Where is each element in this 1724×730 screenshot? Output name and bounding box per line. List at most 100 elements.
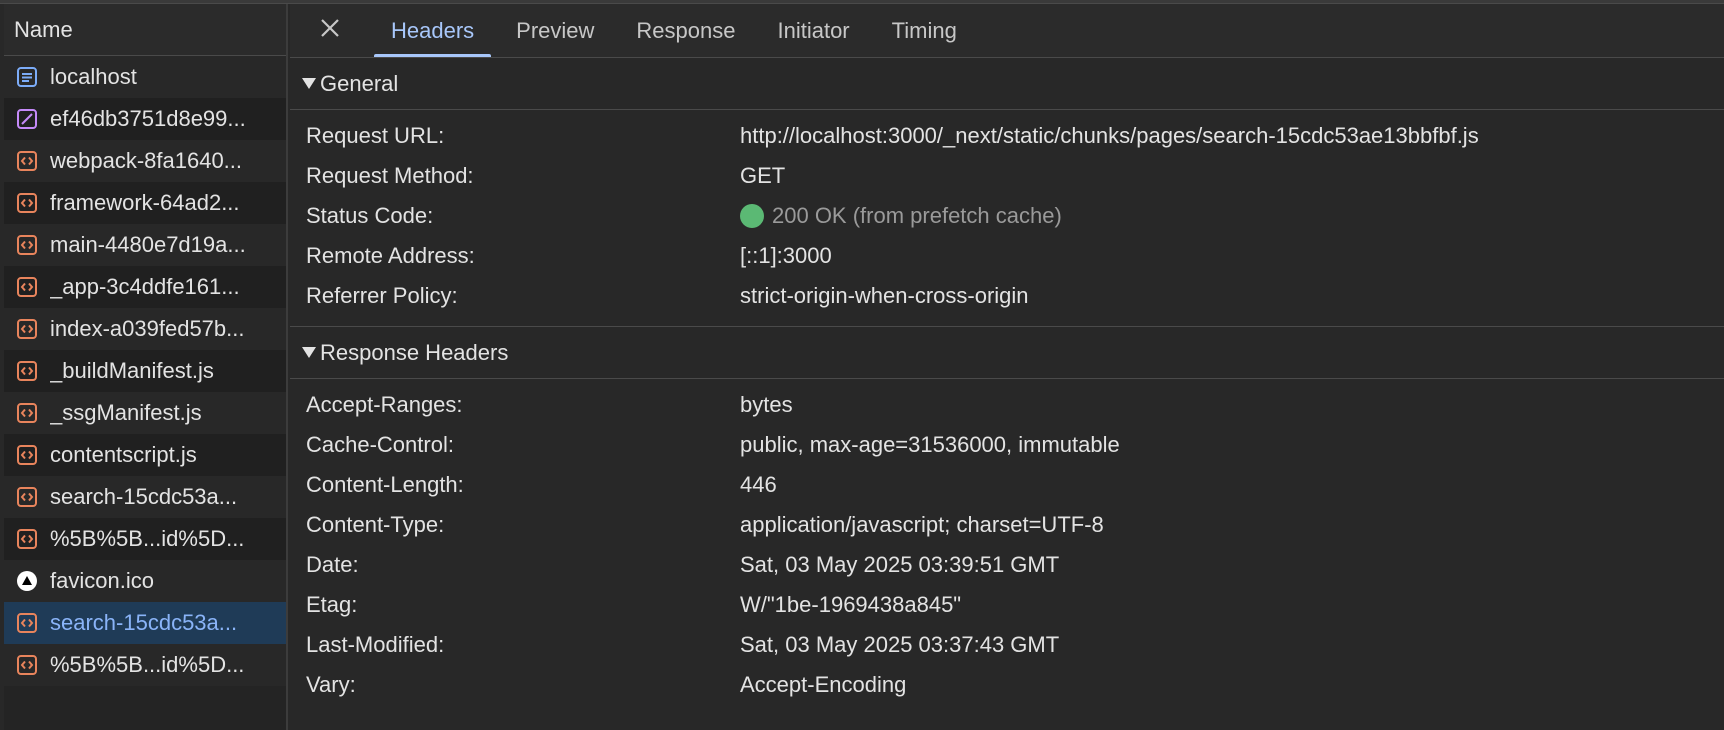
header-key: Content-Type:	[306, 512, 445, 537]
request-row[interactable]: main-4480e7d19a...	[4, 224, 286, 266]
script-icon	[16, 444, 38, 466]
request-method-row: Request Method: GET	[290, 156, 1724, 196]
request-row[interactable]: ef46db3751d8e99...	[4, 98, 286, 140]
header-value: 446	[740, 472, 777, 497]
header-value: application/javascript; charset=UTF-8	[740, 512, 1104, 537]
header-key: Vary:	[306, 672, 356, 697]
response-header-row: Last-Modified: Sat, 03 May 2025 03:37:43…	[290, 625, 1724, 665]
request-row[interactable]: search-15cdc53a...	[4, 476, 286, 518]
request-row[interactable]: _ssgManifest.js	[4, 392, 286, 434]
script-icon	[16, 276, 38, 298]
response-headers-section-title: Response Headers	[320, 339, 509, 365]
request-list: localhost ef46db3751d8e99... webpack-8fa…	[4, 56, 286, 686]
devtools-network-panel: Name localhost ef46db3751d8e99... webpac…	[0, 0, 1724, 730]
header-key: Accept-Ranges:	[306, 392, 463, 417]
header-key: Etag:	[306, 592, 358, 617]
header-value: public, max-age=31536000, immutable	[740, 432, 1120, 457]
request-url-label: Request URL:	[306, 123, 445, 148]
request-list-sidebar: Name localhost ef46db3751d8e99... webpac…	[4, 4, 288, 730]
tab-headers[interactable]: Headers	[370, 4, 495, 57]
request-row[interactable]: framework-64ad2...	[4, 182, 286, 224]
request-name: favicon.ico	[50, 568, 154, 593]
header-value: bytes	[740, 392, 793, 417]
request-url-value: http://localhost:3000/_next/static/chunk…	[740, 123, 1479, 148]
script-icon	[16, 234, 38, 256]
request-name: framework-64ad2...	[50, 190, 240, 215]
request-method-label: Request Method:	[306, 163, 474, 188]
request-name: %5B%5B...id%5D...	[50, 652, 245, 677]
general-section-body: Request URL: http://localhost:3000/_next…	[290, 110, 1724, 327]
response-headers-section-body: Accept-Ranges: bytes Cache-Control: publ…	[290, 379, 1724, 715]
request-row[interactable]: contentscript.js	[4, 434, 286, 476]
status-code-row: Status Code: 200 OK (from prefetch cache…	[290, 196, 1724, 236]
referrer-policy-row: Referrer Policy: strict-origin-when-cros…	[290, 276, 1724, 316]
script-icon	[16, 402, 38, 424]
request-row[interactable]: webpack-8fa1640...	[4, 140, 286, 182]
referrer-policy-label: Referrer Policy:	[306, 283, 458, 308]
request-name: _buildManifest.js	[50, 358, 214, 383]
response-header-row: Etag: W/"1be-1969438a845"	[290, 585, 1724, 625]
request-row[interactable]: _app-3c4ddfe161...	[4, 266, 286, 308]
header-key: Content-Length:	[306, 472, 464, 497]
tab-preview[interactable]: Preview	[495, 4, 615, 57]
status-ok-dot-icon	[740, 204, 764, 228]
remote-address-value: [::1]:3000	[740, 243, 832, 268]
script-icon	[16, 654, 38, 676]
header-key: Date:	[306, 552, 359, 577]
request-row[interactable]: _buildManifest.js	[4, 350, 286, 392]
header-value: W/"1be-1969438a845"	[740, 592, 962, 617]
tab-response[interactable]: Response	[615, 4, 756, 57]
tab-initiator[interactable]: Initiator	[756, 4, 870, 57]
general-section-toggle[interactable]: General	[290, 58, 1724, 110]
request-row[interactable]: %5B%5B...id%5D...	[4, 518, 286, 560]
script-icon	[16, 486, 38, 508]
status-code-value: 200 OK (from prefetch cache)	[740, 203, 1062, 229]
request-method-value: GET	[740, 163, 786, 188]
response-header-row: Content-Length: 446	[290, 465, 1724, 505]
request-name: _app-3c4ddfe161...	[50, 274, 240, 299]
request-row[interactable]: localhost	[4, 56, 286, 98]
response-header-row: Vary: Accept-Encoding	[290, 665, 1724, 705]
response-header-row: Cache-Control: public, max-age=31536000,…	[290, 425, 1724, 465]
header-value: Accept-Encoding	[740, 672, 907, 697]
request-name: ef46db3751d8e99...	[50, 106, 246, 131]
request-name: _ssgManifest.js	[50, 400, 202, 425]
status-code-label: Status Code:	[306, 203, 434, 228]
request-name: index-a039fed57b...	[50, 316, 245, 341]
response-header-row: Date: Sat, 03 May 2025 03:39:51 GMT	[290, 545, 1724, 585]
script-icon	[16, 150, 38, 172]
header-key: Last-Modified:	[306, 632, 445, 657]
header-value: Sat, 03 May 2025 03:37:43 GMT	[740, 632, 1060, 657]
script-icon	[16, 192, 38, 214]
details-tabbar: Headers Preview Response Initiator Timin…	[290, 4, 1724, 58]
response-header-row: Accept-Ranges: bytes	[290, 385, 1724, 425]
close-details-button[interactable]	[290, 4, 370, 57]
tab-timing[interactable]: Timing	[871, 4, 978, 57]
status-code-text: 200 OK (from prefetch cache)	[772, 203, 1062, 228]
script-icon	[16, 360, 38, 382]
request-name: webpack-8fa1640...	[50, 148, 243, 173]
request-name: contentscript.js	[50, 442, 197, 467]
request-row-selected[interactable]: search-15cdc53a...	[4, 602, 286, 644]
document-icon	[16, 66, 38, 88]
close-icon	[319, 17, 341, 44]
header-value: Sat, 03 May 2025 03:39:51 GMT	[740, 552, 1060, 577]
request-row[interactable]: favicon.ico	[4, 560, 286, 602]
expand-triangle-icon	[302, 78, 316, 89]
script-icon	[16, 612, 38, 634]
request-name: search-15cdc53a...	[50, 610, 238, 635]
header-key: Cache-Control:	[306, 432, 454, 457]
request-row[interactable]: index-a039fed57b...	[4, 308, 286, 350]
response-headers-section-toggle[interactable]: Response Headers	[290, 327, 1724, 379]
remote-address-label: Remote Address:	[306, 243, 475, 268]
remote-address-row: Remote Address: [::1]:3000	[290, 236, 1724, 276]
general-section-title: General	[320, 70, 399, 96]
response-header-row: Content-Type: application/javascript; ch…	[290, 505, 1724, 545]
referrer-policy-value: strict-origin-when-cross-origin	[740, 283, 1029, 308]
request-row[interactable]: %5B%5B...id%5D...	[4, 644, 286, 686]
image-icon	[16, 108, 38, 130]
request-name: %5B%5B...id%5D...	[50, 526, 245, 551]
name-column-header[interactable]: Name	[4, 4, 286, 56]
request-name: search-15cdc53a...	[50, 484, 238, 509]
script-icon	[16, 528, 38, 550]
